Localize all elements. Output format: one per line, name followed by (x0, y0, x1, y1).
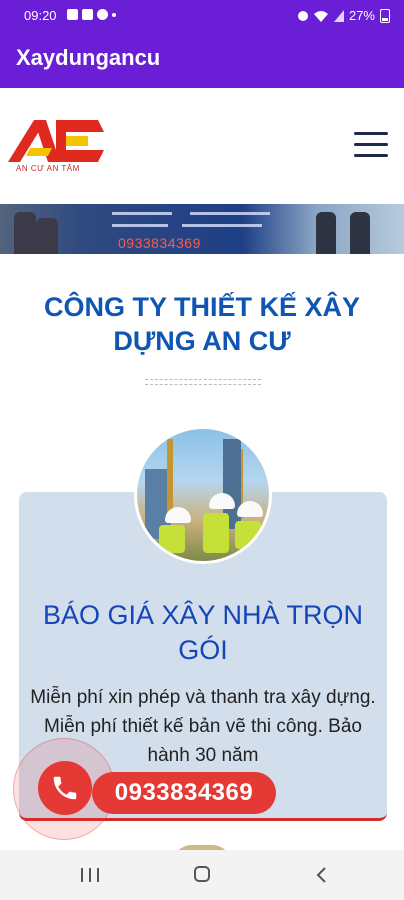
site-header: AN CƯ AN TÂM (0, 88, 404, 204)
logo-mark (8, 120, 104, 162)
notification-icons (67, 9, 116, 20)
home-icon[interactable] (194, 866, 210, 882)
back-icon[interactable] (312, 865, 332, 885)
banner-phone: 0933834369 (118, 235, 201, 251)
wifi-icon (313, 10, 328, 22)
banner-text-line (190, 212, 270, 215)
banner-text-line (112, 224, 168, 227)
worker-figure (350, 212, 370, 254)
worker-figure (316, 212, 336, 254)
system-icons: 27% (297, 8, 390, 23)
hamburger-icon[interactable] (354, 132, 388, 158)
phone-icon (53, 776, 77, 800)
call-button[interactable] (38, 761, 92, 815)
status-time: 09:20 (24, 8, 57, 23)
worker-figure (36, 218, 58, 254)
alarm-icon (297, 10, 308, 21)
call-phone-number[interactable]: 0933834369 (92, 772, 276, 814)
divider (145, 379, 261, 385)
worker-figure (14, 212, 36, 254)
app-bar: Xaydungancu (0, 30, 404, 88)
dot-icon (112, 13, 116, 17)
battery-icon (380, 8, 390, 23)
page-heading: CÔNG TY THIẾT KẾ XÂY DỰNG AN CƯ (43, 292, 361, 356)
card-image (134, 426, 272, 564)
gallery-icon (67, 9, 78, 20)
logo-tagline: AN CƯ AN TÂM (16, 164, 80, 173)
message-icon (97, 9, 108, 20)
recents-icon[interactable] (81, 868, 99, 882)
app-title: Xaydungancu (16, 45, 161, 70)
battery-percent: 27% (348, 8, 375, 23)
promo-banner[interactable]: 0933834369 (0, 204, 404, 254)
status-bar: 09:20 27% (0, 0, 404, 30)
system-nav-bar (0, 850, 404, 900)
logo[interactable]: AN CƯ AN TÂM (8, 118, 104, 176)
card-title: BÁO GIÁ XÂY NHÀ TRỌN GÓI (42, 600, 364, 665)
banner-text-line (182, 224, 262, 227)
signal-icon (333, 9, 344, 22)
image-icon (82, 9, 93, 20)
banner-text-line (112, 212, 172, 215)
